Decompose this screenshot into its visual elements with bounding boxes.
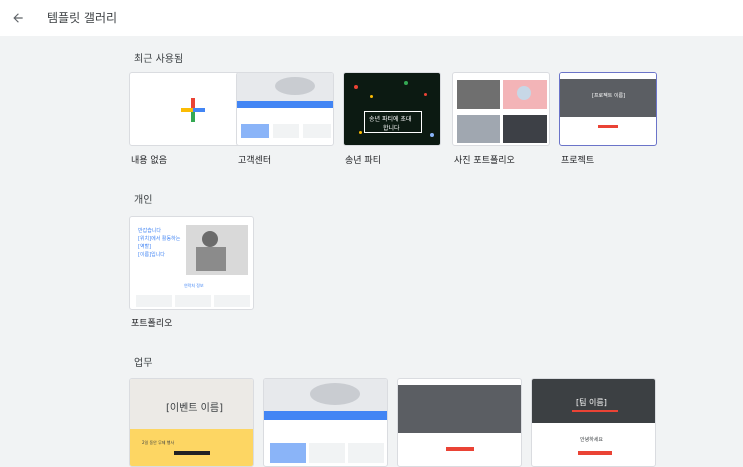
- template-card-photo-portfolio[interactable]: [452, 72, 550, 146]
- thumb-photo-shape: [310, 383, 360, 405]
- thumb-text: [프로젝트 이름]: [592, 93, 626, 99]
- thumb-photo: [457, 80, 500, 109]
- thumb-band: [264, 411, 387, 420]
- template-card-customer-center[interactable]: [236, 72, 334, 146]
- thumb-accent: [446, 447, 474, 451]
- thumb-photo: [398, 385, 521, 433]
- section-title-recent: 최근 사용됨: [134, 54, 184, 65]
- template-card-project-2[interactable]: [397, 378, 522, 467]
- thumb-photo-shape: [275, 77, 315, 95]
- page-title: 템플릿 갤러리: [47, 11, 118, 25]
- arrow-left-icon: [13, 13, 23, 23]
- section-title-personal: 개인: [134, 195, 153, 206]
- thumb-photo: [503, 115, 547, 143]
- thumb-photo-shape: [202, 231, 218, 247]
- template-card-customer-center-2[interactable]: [263, 378, 388, 467]
- section-title-work: 업무: [134, 358, 153, 369]
- thumb-line: [위치]에서 활동하는: [138, 236, 181, 242]
- top-bar: 템플릿 갤러리: [0, 0, 743, 36]
- template-label-blank: 내용 없음: [131, 156, 167, 166]
- thumb-text: [이벤트 이름]: [166, 403, 223, 414]
- plus-icon: [181, 98, 205, 122]
- thumb-accent: [598, 125, 618, 128]
- thumb-block: [270, 443, 306, 463]
- thumb-block: [303, 124, 331, 138]
- template-label-customer-center: 고객센터: [238, 156, 272, 166]
- template-card-portfolio[interactable]: 반갑습니다 [위치]에서 활동하는 [역할] [이름]입니다 연락처 정보: [129, 216, 254, 310]
- thumb-text: 합니다: [383, 125, 400, 132]
- thumb-photo-shape: [196, 247, 226, 271]
- template-label-year-end-party: 송년 파티: [345, 156, 381, 166]
- template-card-year-end-party[interactable]: 송년 파티에 초대 합니다: [343, 72, 441, 146]
- thumb-band: [237, 101, 333, 108]
- thumb-block: [241, 124, 269, 138]
- thumb-caption: 2일 동안 무제 행사: [142, 440, 175, 445]
- thumb-block: [348, 443, 384, 463]
- thumb-caption: 안녕하세요: [580, 437, 604, 443]
- back-button[interactable]: [8, 8, 28, 28]
- thumb-block: [309, 443, 345, 463]
- template-card-team[interactable]: [팀 이름] 안녕하세요: [531, 378, 656, 467]
- thumb-text: 송년 파티에 초대: [369, 116, 412, 123]
- thumb-photo: [457, 115, 500, 143]
- template-label-project: 프로젝트: [561, 156, 595, 166]
- thumb-band: [130, 429, 253, 466]
- thumb-photo-shape: [517, 86, 531, 100]
- template-card-project[interactable]: [프로젝트 이름]: [559, 72, 657, 146]
- thumb-line: [역할]: [138, 244, 152, 250]
- template-label-portfolio: 포트폴리오: [131, 319, 173, 329]
- thumb-text: [팀 이름]: [576, 398, 607, 407]
- thumb-link: 연락처 정보: [184, 283, 204, 288]
- template-card-event[interactable]: [이벤트 이름] 2일 동안 무제 행사: [129, 378, 254, 467]
- thumb-line: [이름]입니다: [138, 252, 165, 258]
- thumb-block: [273, 124, 299, 138]
- template-label-photo-portfolio: 사진 포트폴리오: [454, 156, 515, 166]
- thumb-accent: [572, 410, 618, 412]
- thumb-line: 반갑습니다: [138, 228, 162, 234]
